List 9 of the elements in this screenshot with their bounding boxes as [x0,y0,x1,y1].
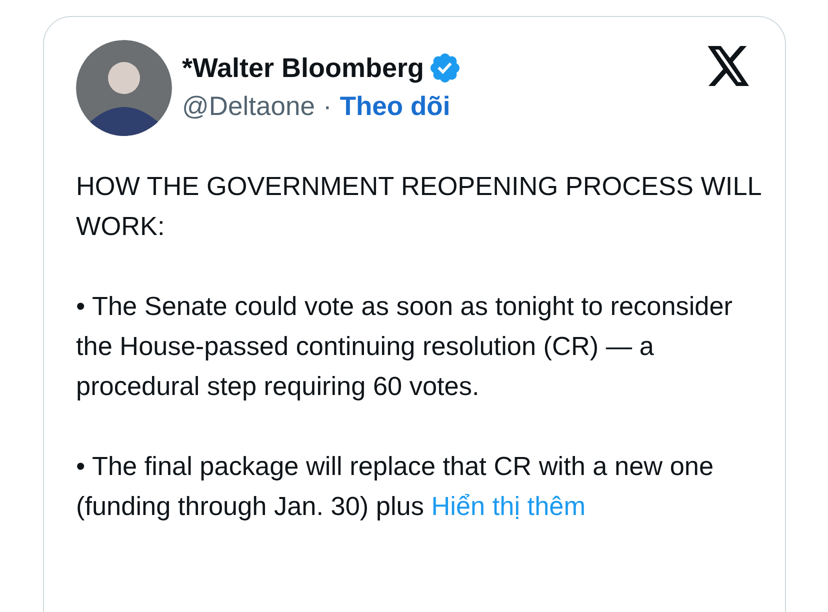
tweet-paragraph: • The Senate could vote as soon as tonight to reconsider the House-passed continuing resolution (CR) — a procedural step requiring 60 votes. [76,290,734,403]
author-name[interactable]: *Walter Bloomberg [182,50,424,86]
x-logo-icon[interactable] [707,46,751,86]
author-handle[interactable]: @Deltaone [182,86,315,126]
follow-link[interactable]: Theo dõi [340,86,450,126]
tweet-paragraph: HOW THE GOVERNMENT REOPENING PROCESS WILL WORK: [76,170,762,243]
separator-dot: · [322,90,332,123]
avatar[interactable] [76,40,172,136]
tweet-paragraph: • The final package will replace that CR with a new one (funding through Jan. 30) plus Hiển thị thêm [76,450,715,523]
